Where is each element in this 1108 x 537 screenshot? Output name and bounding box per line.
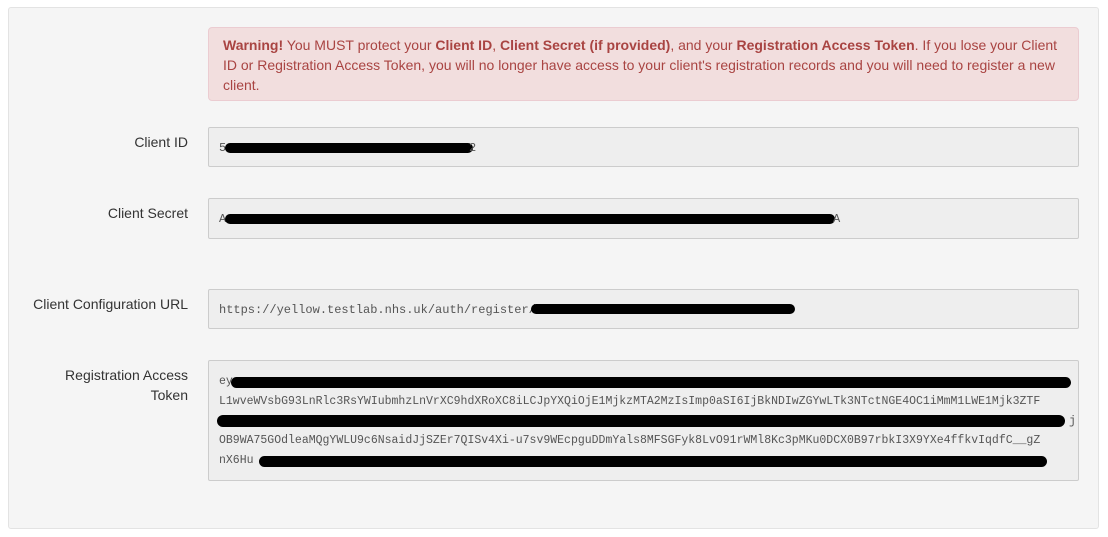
token-line: nX6Hu xyxy=(219,454,254,467)
client-id-label: Client ID xyxy=(134,134,188,150)
config-url-value: https://yellow.testlab.nhs.uk/auth/regis… xyxy=(219,303,536,317)
client-id-suffix: 2 xyxy=(469,141,477,155)
alert-text: , and your xyxy=(670,37,737,53)
redaction-bar xyxy=(217,415,1065,427)
token-line: L1wveWVsbG93LnRlc3RsYWIubmhzLnVrXC9hdXRo… xyxy=(219,395,1041,408)
warning-alert: Warning! You MUST protect your Client ID… xyxy=(208,27,1079,101)
rat-label-line2: Token xyxy=(150,387,188,403)
alert-registration-token: Registration Access Token xyxy=(736,37,915,53)
alert-warning-label: Warning! xyxy=(223,37,284,53)
redaction-bar xyxy=(531,304,795,314)
alert-text: , xyxy=(492,37,500,53)
redaction-bar xyxy=(225,143,473,153)
redaction-bar xyxy=(259,456,1047,467)
alert-client-secret: Client Secret (if provided) xyxy=(499,37,671,53)
config-url-field[interactable]: https://yellow.testlab.nhs.uk/auth/regis… xyxy=(208,289,1079,329)
client-secret-label: Client Secret xyxy=(107,205,188,221)
client-id-field[interactable]: 5 2 xyxy=(208,127,1079,167)
alert-text: You MUST protect your xyxy=(283,37,436,53)
token-line: j xyxy=(1069,415,1076,428)
alert-client-id: Client ID xyxy=(435,37,493,53)
rat-label: Registration Access Token xyxy=(65,365,188,405)
redaction-bar xyxy=(225,214,835,224)
config-url-label: Client Configuration URL xyxy=(33,296,188,312)
rat-label-line1: Registration Access xyxy=(65,367,188,383)
redaction-bar xyxy=(231,377,1071,388)
client-secret-suffix: A xyxy=(833,212,841,226)
token-line: OB9WA75GOdleaMQgYWLU9c6NsaidJjSZEr7QISv4… xyxy=(219,434,1041,447)
client-secret-field[interactable]: A A xyxy=(208,198,1079,239)
rat-field[interactable]: ey L1wveWVsbG93LnRlc3RsYWIubmhzLnVrXC9hd… xyxy=(208,360,1079,481)
